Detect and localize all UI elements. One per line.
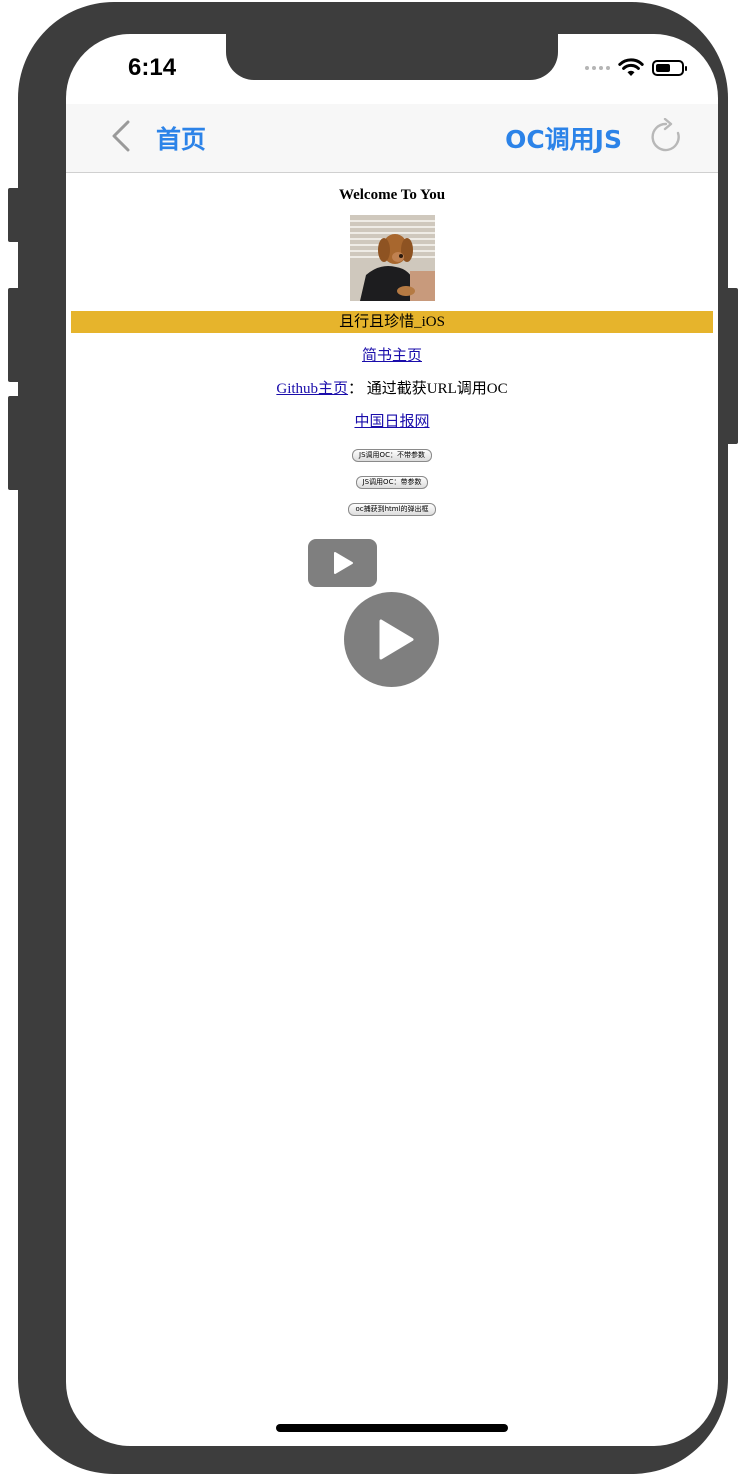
battery-icon <box>652 60 687 76</box>
jianshu-link[interactable]: 简书主页 <box>362 348 422 364</box>
page-heading: Welcome To You <box>338 187 446 203</box>
js-call-oc-no-params-button[interactable]: JS调用OC：不带参数 <box>352 449 432 462</box>
signal-icon <box>585 66 610 70</box>
oc-call-js-button[interactable]: OC调用JS <box>505 120 622 156</box>
navigation-bar: 首页 OC调用JS <box>66 104 718 173</box>
video-play-button-small[interactable] <box>308 539 377 587</box>
notch <box>226 34 558 80</box>
jianshu-link-line: 简书主页 <box>66 344 718 364</box>
wifi-icon <box>618 58 644 76</box>
dog-photo <box>349 215 435 301</box>
back-button[interactable]: 首页 <box>156 120 206 156</box>
github-link-description: ： 通过截获URL调用OC <box>348 381 508 397</box>
phone-screen: 6:14 首页 OC调用JS Welcome To You 且行且珍惜_iOS … <box>66 34 718 1446</box>
button-row-1: JS调用OC：不带参数 <box>66 442 718 462</box>
github-link[interactable]: Github主页 <box>276 381 348 397</box>
status-time: 6:14 <box>128 54 177 81</box>
chinadaily-link-line: 中国日报网 <box>66 410 718 430</box>
phone-frame: 6:14 首页 OC调用JS Welcome To You 且行且珍惜_iOS … <box>18 2 728 1474</box>
play-icon <box>379 619 414 660</box>
button-row-3: oc捕获到html的弹出框 <box>66 496 718 516</box>
status-icons <box>585 58 687 78</box>
video-play-button-large[interactable] <box>344 592 439 687</box>
web-content: Welcome To You 且行且珍惜_iOS 简书主页 Github主页： … <box>66 173 718 516</box>
button-row-2: JS调用OC：带参数 <box>66 469 718 489</box>
github-link-line: Github主页： 通过截获URL调用OC <box>66 377 718 397</box>
refresh-icon[interactable] <box>648 118 684 154</box>
title-banner: 且行且珍惜_iOS <box>71 311 713 333</box>
js-call-oc-with-params-button[interactable]: JS调用OC：带参数 <box>355 476 429 489</box>
oc-catch-alert-button[interactable]: oc捕获到html的弹出框 <box>348 503 436 516</box>
chevron-left-icon[interactable] <box>104 118 140 154</box>
home-indicator[interactable] <box>276 1424 508 1432</box>
chinadaily-link[interactable]: 中国日报网 <box>354 414 429 430</box>
play-icon <box>334 552 353 574</box>
